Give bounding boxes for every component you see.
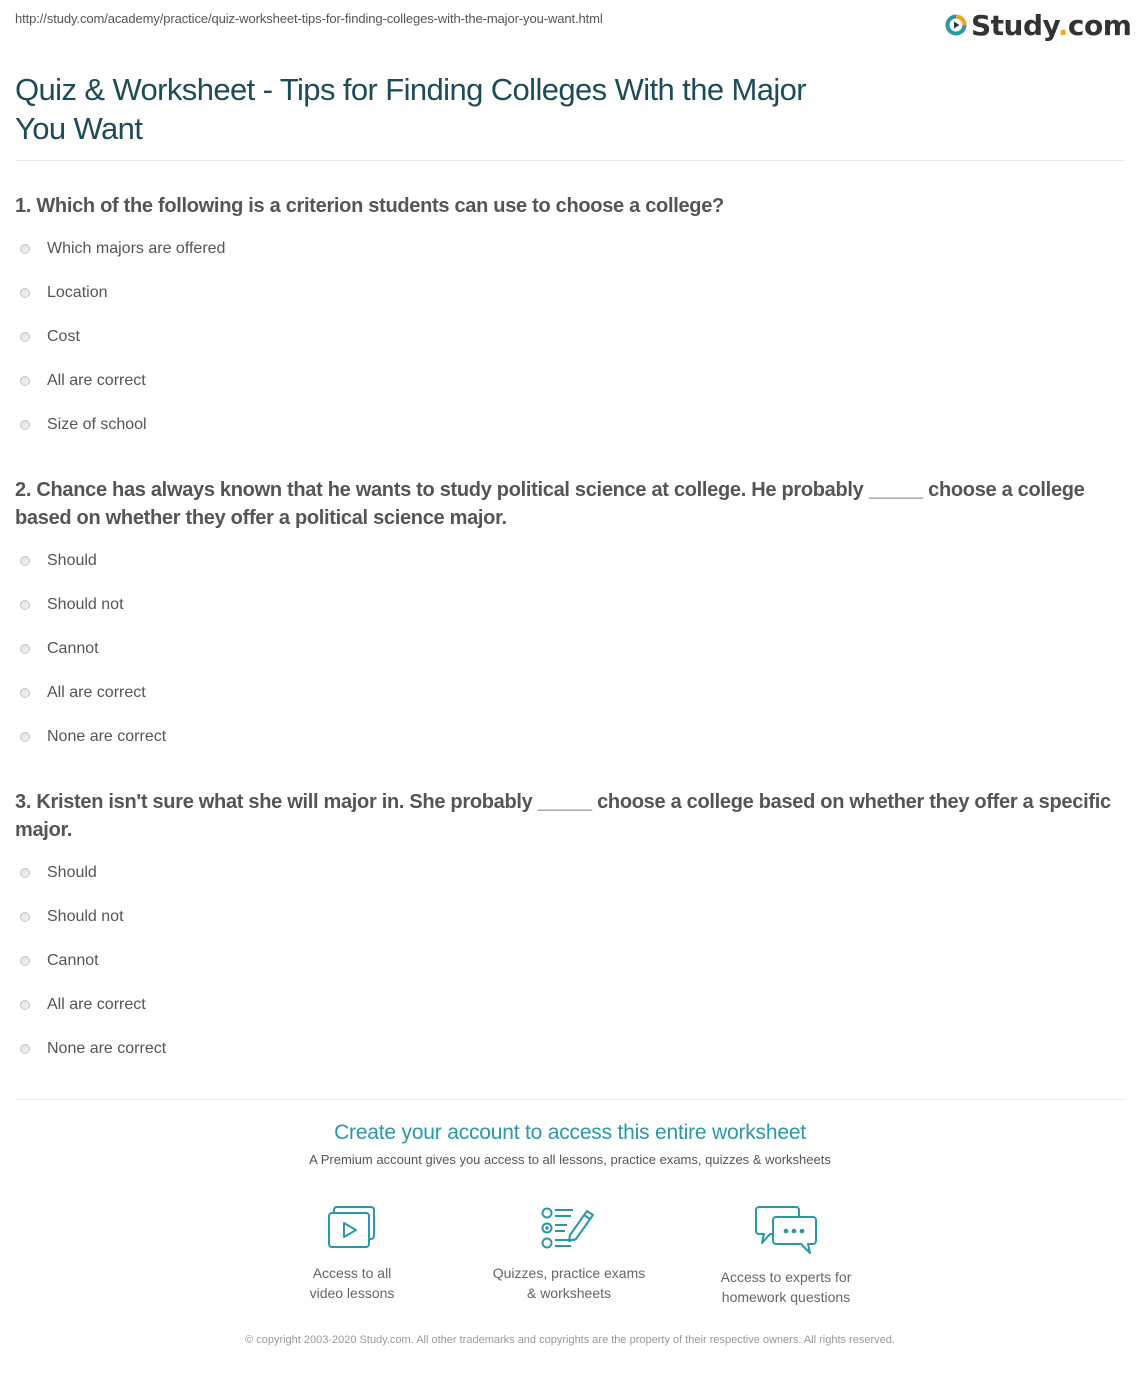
logo-word-com: com [1067, 8, 1132, 42]
answer-label: Location [47, 284, 108, 301]
video-lessons-icon [328, 1206, 375, 1248]
feature-experts[interactable]: Access to experts for homework questions [686, 1205, 886, 1307]
answer-label: Should not [47, 596, 124, 613]
answer-label: Cannot [47, 952, 99, 969]
question-3-answers: Should Should not Cannot All are correct… [20, 851, 166, 1071]
answer-option[interactable]: None are correct [20, 715, 166, 759]
answer-option[interactable]: Should [20, 851, 166, 895]
answer-label: Should not [47, 908, 124, 925]
quiz-checklist-icon [541, 1207, 594, 1249]
question-3: 3. Kristen isn't sure what she will majo… [15, 791, 1111, 841]
answer-label: None are correct [47, 728, 167, 745]
answer-label: Should [47, 552, 97, 569]
logo-word-study: Study [971, 8, 1058, 42]
copyright-notice: © copyright 2003-2020 Study.com. All oth… [245, 1334, 895, 1346]
answer-option[interactable]: Location [20, 271, 225, 315]
radio-button[interactable] [20, 688, 30, 698]
answer-option[interactable]: Should not [20, 583, 166, 627]
page-url: http://study.com/academy/practice/quiz-w… [15, 11, 603, 26]
feature-label: Access to all video lessons [309, 1265, 395, 1301]
play-logo-icon [945, 14, 967, 36]
answer-option[interactable]: Size of school [20, 403, 225, 447]
radio-button[interactable] [20, 420, 30, 430]
answer-label: Which majors are offered [47, 240, 226, 257]
logo-dot: . [1057, 8, 1069, 42]
feature-label: Quizzes, practice exams & worksheets [492, 1265, 646, 1301]
radio-button[interactable] [20, 912, 30, 922]
radio-button[interactable] [20, 376, 30, 386]
cta-subtitle: A Premium account gives you access to al… [309, 1152, 831, 1167]
answer-option[interactable]: Should not [20, 895, 166, 939]
answer-option[interactable]: All are correct [20, 983, 166, 1027]
radio-button[interactable] [20, 868, 30, 878]
logo-wordmark: Study.com [971, 8, 1132, 42]
feature-label: Access to experts for homework questions [720, 1269, 852, 1305]
radio-button[interactable] [20, 244, 30, 254]
radio-button[interactable] [20, 956, 30, 966]
radio-button[interactable] [20, 644, 30, 654]
question-2: 2. Chance has always known that he wants… [15, 479, 1085, 529]
question-1-answers: Which majors are offered Location Cost A… [20, 227, 225, 447]
answer-label: None are correct [47, 1040, 167, 1057]
radio-button[interactable] [20, 332, 30, 342]
radio-button[interactable] [20, 732, 30, 742]
radio-button[interactable] [20, 556, 30, 566]
answer-label: All are correct [47, 996, 146, 1013]
cta-title[interactable]: Create your account to access this entir… [0, 1121, 1140, 1145]
feature-quizzes[interactable]: Quizzes, practice exams & worksheets [469, 1205, 669, 1303]
radio-button[interactable] [20, 288, 30, 298]
question-2-answers: Should Should not Cannot All are correct… [20, 539, 166, 759]
answer-option[interactable]: Cost [20, 315, 225, 359]
answer-label: Cannot [47, 640, 99, 657]
answer-label: All are correct [47, 684, 146, 701]
answer-label: Cost [47, 328, 80, 345]
answer-option[interactable]: Should [20, 539, 166, 583]
feature-video-lessons[interactable]: Access to all video lessons [252, 1205, 452, 1303]
radio-button[interactable] [20, 1044, 30, 1054]
radio-button[interactable] [20, 1000, 30, 1010]
answer-option[interactable]: Cannot [20, 627, 166, 671]
question-1: 1. Which of the following is a criterion… [15, 195, 724, 217]
answer-option[interactable]: All are correct [20, 671, 166, 715]
radio-button[interactable] [20, 600, 30, 610]
cta-divider [15, 1099, 1125, 1100]
title-divider [15, 160, 1125, 161]
study-logo[interactable]: Study.com [945, 8, 1132, 42]
page-title: Quiz & Worksheet - Tips for Finding Coll… [15, 72, 807, 146]
answer-option[interactable]: Which majors are offered [20, 227, 225, 271]
answer-option[interactable]: Cannot [20, 939, 166, 983]
answer-option[interactable]: None are correct [20, 1027, 166, 1071]
answer-label: Size of school [47, 416, 147, 433]
answer-label: Should [47, 864, 97, 881]
chat-bubbles-icon [755, 1206, 817, 1254]
answer-label: All are correct [47, 372, 146, 389]
answer-option[interactable]: All are correct [20, 359, 225, 403]
